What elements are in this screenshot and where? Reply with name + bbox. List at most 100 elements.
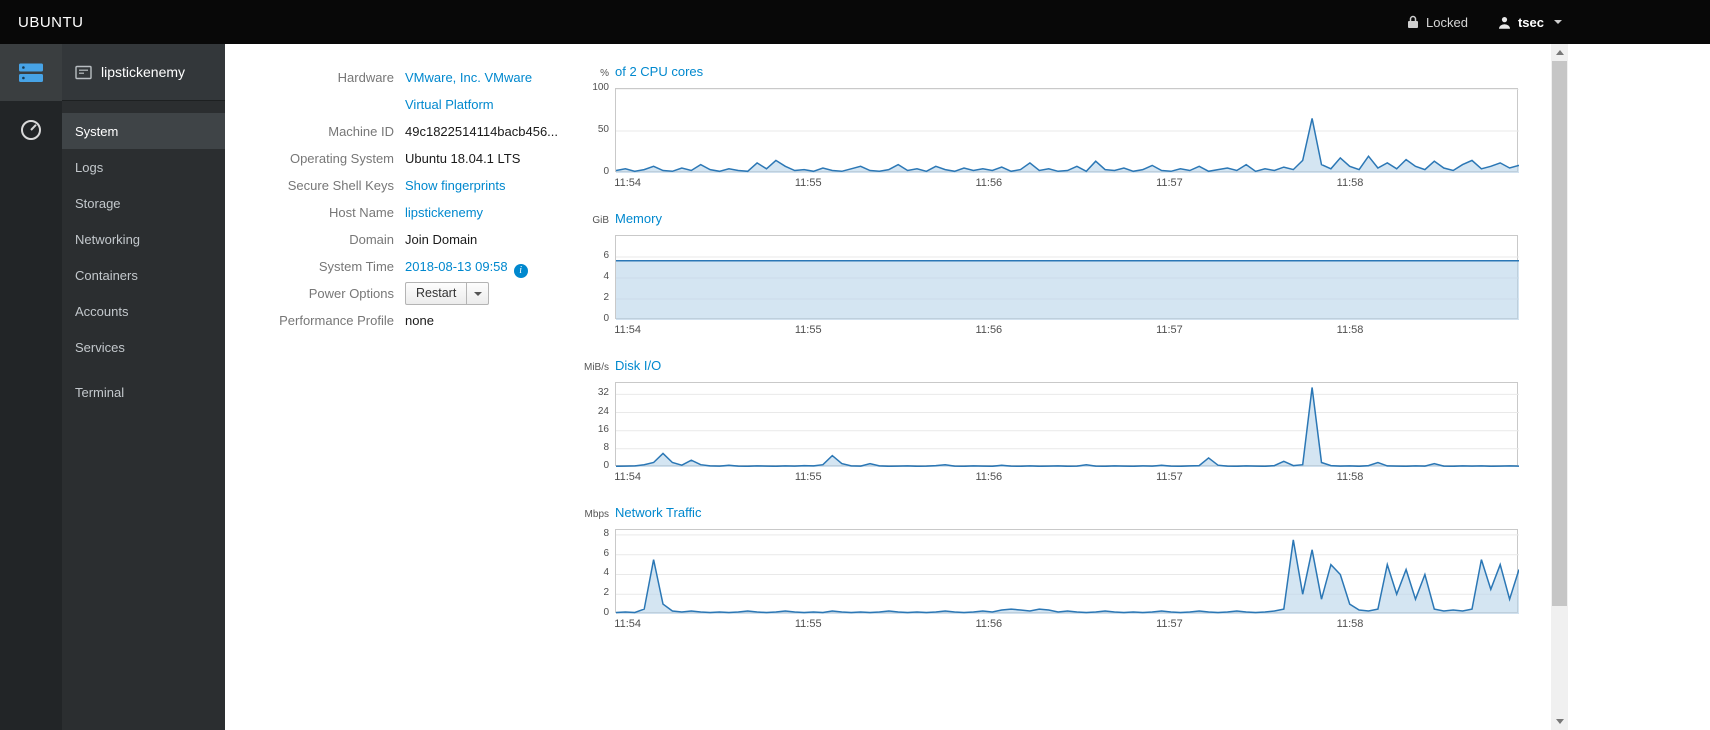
hostname-header: lipstickenemy	[62, 44, 225, 101]
disk-io-chart-title-link[interactable]: Disk I/O	[615, 358, 661, 374]
info-row-machine-id: Machine ID 49c1822514114bacb456...	[237, 118, 558, 145]
y-axis-label: 6	[603, 250, 609, 261]
x-axis-label: 11:55	[794, 324, 822, 336]
scrollbar[interactable]	[1551, 44, 1568, 730]
memory-chart-plot	[615, 235, 1519, 320]
dashboard-tile[interactable]	[0, 101, 62, 158]
show-fingerprints-link[interactable]: Show fingerprints	[405, 178, 505, 193]
power-options-split-button: Restart	[405, 282, 490, 306]
disk-io-chart-plot	[615, 382, 1519, 467]
sidebar-nav: System Logs Storage Networking Container…	[62, 101, 225, 410]
x-axis-label: 11:56	[975, 177, 1003, 189]
sidebar-item-terminal[interactable]: Terminal	[62, 374, 225, 410]
brand-logo: UBUNTU	[18, 13, 84, 31]
sidebar-item-accounts[interactable]: Accounts	[62, 293, 225, 329]
sidebar-item-services[interactable]: Services	[62, 329, 225, 365]
host-name-link[interactable]: lipstickenemy	[405, 205, 483, 220]
chart-header: Mbps Network Traffic	[579, 505, 1518, 529]
system-time-link[interactable]: 2018-08-13 09:58	[405, 259, 508, 274]
sidebar: lipstickenemy System Logs Storage Networ…	[62, 44, 225, 730]
lock-status-button[interactable]: Locked	[1407, 15, 1468, 30]
y-axis-label: 50	[597, 124, 609, 135]
x-axis-label: 11:55	[794, 177, 822, 189]
y-axis-label: 2	[603, 292, 609, 303]
x-axis-label: 11:54	[614, 471, 641, 483]
x-axis-label: 11:57	[1156, 471, 1183, 483]
restart-button[interactable]: Restart	[405, 282, 468, 306]
hardware-link-line2[interactable]: Virtual Platform	[405, 97, 494, 112]
y-axis-label: 24	[597, 405, 609, 417]
scrollbar-thumb[interactable]	[1552, 61, 1567, 606]
sidebar-item-storage[interactable]: Storage	[62, 185, 225, 221]
charts-column: % of 2 CPU cores 0 50 100 11:54 11:55 11:56 11…	[579, 64, 1519, 652]
host-name-label: Host Name	[328, 205, 394, 220]
info-row-os: Operating System Ubuntu 18.04.1 LTS	[237, 145, 558, 172]
machine-id-value: 49c1822514114bacb456...	[405, 124, 559, 139]
y-axis-label: 0	[603, 460, 609, 471]
x-axis-label: 11:58	[1336, 177, 1364, 189]
gauge-icon	[21, 119, 41, 140]
main-shell: lipstickenemy System Logs Storage Networ…	[0, 44, 1710, 730]
info-row-hardware: Hardware VMware, Inc. VMware Virtual Pla…	[237, 64, 558, 118]
user-menu[interactable]: tsec	[1498, 15, 1562, 30]
network-traffic-chart: Mbps Network Traffic 0 2 4 6 8 11:54 11:55 11:5…	[579, 505, 1519, 631]
scroll-up-button[interactable]	[1551, 44, 1568, 61]
domain-label: Domain	[349, 232, 394, 247]
x-axis-label: 11:55	[794, 471, 822, 483]
power-options-label: Power Options	[308, 286, 394, 301]
cpu-chart: % of 2 CPU cores 0 50 100 11:54 11:55 11:56 11…	[579, 64, 1519, 190]
scroll-down-button[interactable]	[1551, 713, 1568, 730]
chart-unit-label: Mbps	[584, 509, 609, 520]
memory-chart-title-link[interactable]: Memory	[615, 211, 662, 227]
info-row-host-name: Host Name lipstickenemy	[237, 199, 558, 226]
power-options-dropdown[interactable]	[467, 282, 490, 306]
sidebar-item-containers[interactable]: Containers	[62, 257, 225, 293]
lock-icon	[1408, 15, 1419, 28]
y-axis-label: 100	[592, 82, 609, 93]
x-axis-label: 11:54	[614, 324, 641, 336]
server-icon	[19, 63, 43, 82]
x-axis-label: 11:57	[1156, 324, 1183, 336]
x-axis-label: 11:58	[1336, 471, 1364, 483]
y-axis-label: 8	[603, 441, 609, 453]
machine-id-label: Machine ID	[328, 124, 394, 139]
network-traffic-chart-title-link[interactable]: Network Traffic	[615, 505, 701, 521]
lock-status-label: Locked	[1426, 14, 1468, 30]
join-domain-value[interactable]: Join Domain	[405, 226, 477, 253]
chevron-down-icon	[473, 291, 482, 296]
x-axis-label: 11:55	[794, 618, 822, 630]
y-axis-label: 0	[603, 166, 609, 177]
y-axis-label: 0	[603, 313, 609, 324]
user-icon	[1498, 16, 1510, 29]
y-axis-label: 32	[597, 387, 609, 399]
hardware-link-line1[interactable]: VMware, Inc. VMware	[405, 70, 532, 85]
x-axis-label: 11:58	[1336, 618, 1364, 630]
chart-header: MiB/s Disk I/O	[579, 358, 1518, 382]
ssh-keys-label: Secure Shell Keys	[287, 178, 394, 193]
x-axis-label: 11:56	[975, 471, 1003, 483]
sidebar-item-networking[interactable]: Networking	[62, 221, 225, 257]
server-tile[interactable]	[0, 44, 62, 101]
x-axis-label: 11:56	[975, 618, 1003, 630]
chart-unit-label: MiB/s	[584, 362, 609, 373]
sidebar-item-system[interactable]: System	[62, 113, 225, 149]
os-value: Ubuntu 18.04.1 LTS	[405, 151, 521, 166]
cpu-chart-plot	[615, 88, 1519, 173]
info-row-system-time: System Time 2018-08-13 09:58 i	[237, 253, 558, 280]
cpu-chart-title-link[interactable]: of 2 CPU cores	[615, 64, 703, 80]
info-row-performance-profile: Performance Profile none	[237, 307, 558, 334]
disk-io-chart: MiB/s Disk I/O 0 8 16 24 32 11:54 11:55 11:56 11…	[579, 358, 1519, 484]
x-axis-label: 11:54	[614, 618, 641, 630]
system-time-label: System Time	[318, 259, 394, 274]
y-axis-label: 8	[603, 527, 609, 539]
time-info-icon[interactable]: i	[513, 264, 528, 278]
triangle-up-icon	[1555, 50, 1564, 55]
server-outline-icon	[75, 65, 92, 79]
x-axis-label: 11:58	[1336, 324, 1364, 336]
hostname-label: lipstickenemy	[101, 64, 186, 80]
sidebar-item-logs[interactable]: Logs	[62, 149, 225, 185]
x-axis-label: 11:57	[1156, 177, 1183, 189]
chart-header: % of 2 CPU cores	[579, 64, 1518, 88]
x-axis-label: 11:54	[614, 177, 641, 189]
y-axis-label: 0	[603, 607, 609, 618]
